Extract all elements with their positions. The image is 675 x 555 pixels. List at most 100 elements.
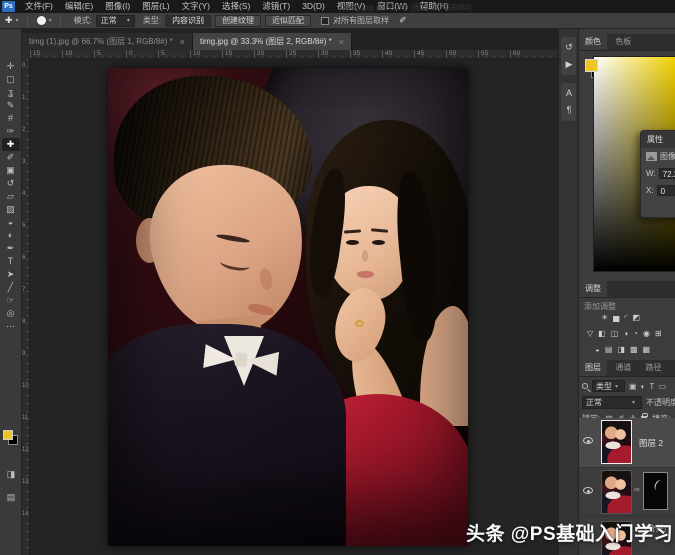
- history-panel-icon[interactable]: ↺: [561, 39, 577, 56]
- layer-name[interactable]: 图层 2: [639, 437, 663, 449]
- tab-swatches[interactable]: 色板: [609, 34, 637, 50]
- posterize-icon[interactable]: ▤: [605, 345, 613, 354]
- clone-stamp-tool[interactable]: ▣: [2, 164, 20, 177]
- menu-image[interactable]: 图像(I): [99, 0, 136, 13]
- layer-thumbnail[interactable]: [601, 470, 632, 514]
- marquee-tool[interactable]: ▢: [2, 73, 20, 86]
- pen-pressure-icon[interactable]: ✐: [399, 15, 407, 26]
- tab-channels[interactable]: 通道: [609, 360, 637, 376]
- adjustment-layer-filter-icon[interactable]: ◐: [641, 382, 646, 391]
- brush-preset-icon[interactable]: [37, 16, 46, 25]
- ruler-tick: 55: [478, 50, 510, 58]
- tab-layers[interactable]: 图层: [579, 360, 607, 376]
- invert-icon[interactable]: ◒: [595, 345, 600, 354]
- color-lookup-icon[interactable]: ⊞: [655, 329, 662, 338]
- gradient-tool[interactable]: ▧: [2, 203, 20, 216]
- photo-document[interactable]: [108, 68, 468, 546]
- selective-color-icon[interactable]: ▦: [643, 345, 651, 354]
- brightness-contrast-icon[interactable]: ☀: [601, 313, 608, 322]
- spot-healing-brush-icon[interactable]: ✚: [5, 15, 13, 26]
- lasso-tool[interactable]: ʓ: [2, 86, 20, 99]
- image-thumbnail-icon: [646, 152, 657, 161]
- menu-file[interactable]: 文件(F): [19, 0, 59, 13]
- layer-visibility-eye-icon[interactable]: [583, 487, 593, 494]
- levels-icon[interactable]: ▅: [613, 313, 619, 322]
- character-panel-icon[interactable]: A: [561, 85, 577, 102]
- screen-mode-button[interactable]: ▤: [0, 492, 22, 503]
- quick-mask-button[interactable]: ◨: [0, 469, 22, 480]
- layer-row[interactable]: 图层 2: [579, 418, 675, 467]
- exposure-icon[interactable]: ◩: [632, 313, 640, 322]
- mask-link-icon[interactable]: ∞: [634, 485, 640, 494]
- eyedropper-tool[interactable]: ✑: [2, 125, 20, 138]
- width-value[interactable]: 72.2: [659, 168, 675, 179]
- create-texture-button[interactable]: 创建纹理: [215, 15, 261, 27]
- color-balance-icon[interactable]: ◫: [611, 329, 619, 338]
- blend-mode-dropdown[interactable]: 正常 ▾: [582, 396, 642, 409]
- sample-all-layers-checkbox[interactable]: [321, 17, 329, 25]
- hue-saturation-icon[interactable]: ◧: [598, 329, 606, 338]
- layer-mask-thumbnail[interactable]: [643, 472, 668, 510]
- channel-mixer-icon[interactable]: ◉: [643, 329, 650, 338]
- gradient-map-icon[interactable]: ▩: [630, 345, 638, 354]
- pen-tool[interactable]: ✒: [2, 242, 20, 255]
- tab-properties[interactable]: 属性: [641, 131, 675, 148]
- hand-tool[interactable]: ☞: [2, 294, 20, 307]
- quick-selection-tool[interactable]: ✎: [2, 99, 20, 112]
- foreground-color-swatch[interactable]: [585, 59, 598, 72]
- move-tool[interactable]: ✛: [2, 60, 20, 73]
- spot-healing-brush-tool[interactable]: ✚: [2, 138, 20, 151]
- threshold-icon[interactable]: ◨: [617, 345, 625, 354]
- menu-select[interactable]: 选择(S): [216, 0, 256, 13]
- x-value[interactable]: 0: [657, 185, 675, 196]
- paragraph-panel-icon[interactable]: ¶: [561, 102, 577, 119]
- panel-column: 颜色 色板 调整 添加调整 ☀▅◜◩ ▽◧◫◑◔◉⊞ ◒▤◨▩▦ 图层 通道 路…: [578, 29, 675, 555]
- document-tab-bar: timg (1).jpg @ 66.7% (图层 1, RGB/8#) * × …: [22, 29, 558, 50]
- window-title: timg.jpg @ 33.3% (图层 2, RGB/8#): [345, 2, 471, 13]
- blur-tool[interactable]: ◒: [2, 216, 20, 229]
- mode-dropdown[interactable]: 正常 ▾: [96, 15, 135, 27]
- content-aware-button[interactable]: 内容识别: [165, 15, 211, 27]
- menu-3d[interactable]: 3D(D): [296, 0, 331, 13]
- layer-row[interactable]: ∞: [579, 467, 675, 516]
- proximity-match-button[interactable]: 近似匹配: [265, 15, 311, 27]
- type-tool[interactable]: T: [2, 255, 20, 268]
- foreground-color-swatch[interactable]: [3, 430, 13, 440]
- history-brush-tool[interactable]: ↺: [2, 177, 20, 190]
- actions-panel-icon[interactable]: ▶: [561, 56, 577, 73]
- crop-tool[interactable]: #: [2, 112, 20, 125]
- zoom-tool[interactable]: ◎: [2, 307, 20, 320]
- menu-layer[interactable]: 图层(L): [136, 0, 175, 13]
- layer-thumbnail[interactable]: [601, 420, 632, 464]
- filter-kind-dropdown[interactable]: 类型 ▾: [592, 380, 625, 392]
- shape-layer-filter-icon[interactable]: ▭: [658, 382, 666, 391]
- tab-paths[interactable]: 路径: [639, 360, 667, 376]
- menu-filter[interactable]: 滤镜(T): [256, 0, 296, 13]
- close-icon[interactable]: ×: [180, 37, 185, 47]
- curves-icon[interactable]: ◜: [624, 313, 627, 322]
- shape-tool[interactable]: ╱: [2, 281, 20, 294]
- pixel-layer-filter-icon[interactable]: ▣: [629, 382, 637, 391]
- type-layer-filter-icon[interactable]: T: [649, 382, 654, 391]
- menu-edit[interactable]: 编辑(E): [59, 0, 99, 13]
- menu-type[interactable]: 文字(Y): [176, 0, 216, 13]
- document-tab-inactive[interactable]: timg (1).jpg @ 66.7% (图层 1, RGB/8#) * ×: [22, 33, 193, 50]
- document-tab-active[interactable]: timg.jpg @ 33.3% (图层 2, RGB/8#) * ×: [193, 33, 352, 50]
- close-icon[interactable]: ×: [339, 37, 344, 47]
- eraser-tool[interactable]: ▱: [2, 190, 20, 203]
- brush-tool[interactable]: ✐: [2, 151, 20, 164]
- layer-visibility-eye-icon[interactable]: [583, 437, 593, 444]
- tab-color[interactable]: 颜色: [579, 34, 607, 50]
- canvas-area[interactable]: [30, 59, 558, 555]
- dodge-tool[interactable]: ◐: [2, 229, 20, 242]
- black-white-icon[interactable]: ◑: [623, 329, 628, 338]
- path-selection-tool[interactable]: ➤: [2, 268, 20, 281]
- ruler-tick: 30: [318, 50, 350, 58]
- tab-adjustments[interactable]: 调整: [579, 281, 607, 297]
- vibrance-icon[interactable]: ▽: [587, 329, 593, 338]
- brush-preset-arrow-icon[interactable]: ▾: [49, 17, 52, 24]
- edit-toolbar-button[interactable]: ⋯: [2, 320, 20, 333]
- tool-preset-arrow-icon[interactable]: ▾: [16, 17, 19, 24]
- photo-filter-icon[interactable]: ◔: [633, 329, 638, 338]
- search-icon[interactable]: [582, 383, 588, 389]
